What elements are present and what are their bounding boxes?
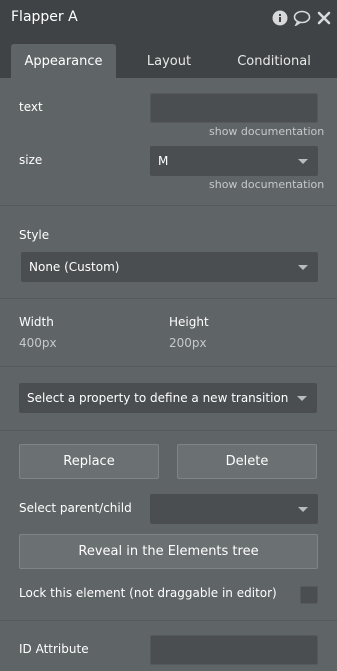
divider <box>0 620 337 621</box>
info-icon[interactable] <box>271 9 289 27</box>
chevron-down-icon <box>298 507 308 512</box>
tab-appearance[interactable]: Appearance <box>11 44 116 78</box>
id-attribute-label: ID Attribute <box>19 642 89 656</box>
text-doc-link[interactable]: show documentation <box>209 125 324 138</box>
size-dropdown[interactable]: M <box>150 146 318 176</box>
size-doc-link[interactable]: show documentation <box>209 178 324 191</box>
chevron-down-icon <box>297 396 307 401</box>
panel-header: Flapper A <box>0 0 337 37</box>
panel-title: Flapper A <box>11 9 78 25</box>
divider <box>0 205 337 206</box>
replace-button[interactable]: Replace <box>19 444 159 479</box>
tab-layout[interactable]: Layout <box>122 44 216 78</box>
parent-child-dropdown[interactable] <box>150 494 318 524</box>
lock-checkbox[interactable] <box>300 586 318 604</box>
height-label: Height <box>169 315 209 329</box>
text-input[interactable] <box>150 93 318 123</box>
parent-child-label: Select parent/child <box>19 501 132 515</box>
lock-label: Lock this element (not draggable in edit… <box>19 586 277 600</box>
close-icon[interactable] <box>315 9 333 27</box>
divider <box>0 298 337 299</box>
divider <box>0 366 337 367</box>
divider <box>0 430 337 431</box>
delete-button[interactable]: Delete <box>177 444 317 479</box>
style-dropdown[interactable]: None (Custom) <box>21 252 318 282</box>
width-label: Width <box>19 315 54 329</box>
style-label: Style <box>19 228 50 242</box>
chevron-down-icon <box>298 265 308 270</box>
transition-dropdown[interactable]: Select a property to define a new transi… <box>19 383 317 413</box>
width-value: 400px <box>19 336 57 350</box>
style-value: None (Custom) <box>29 260 120 274</box>
size-value: M <box>158 154 169 168</box>
text-label: text <box>19 100 43 114</box>
header-icons <box>271 9 333 27</box>
size-label: size <box>19 153 43 167</box>
comment-icon[interactable] <box>293 9 311 27</box>
tab-conditional[interactable]: Conditional <box>222 44 326 78</box>
reveal-in-elements-tree-button[interactable]: Reveal in the Elements tree <box>19 534 318 569</box>
tab-bar: Appearance Layout Conditional <box>0 37 337 78</box>
id-attribute-input[interactable] <box>150 635 318 665</box>
chevron-down-icon <box>298 159 308 164</box>
height-value: 200px <box>169 336 207 350</box>
transition-placeholder: Select a property to define a new transi… <box>27 391 289 405</box>
